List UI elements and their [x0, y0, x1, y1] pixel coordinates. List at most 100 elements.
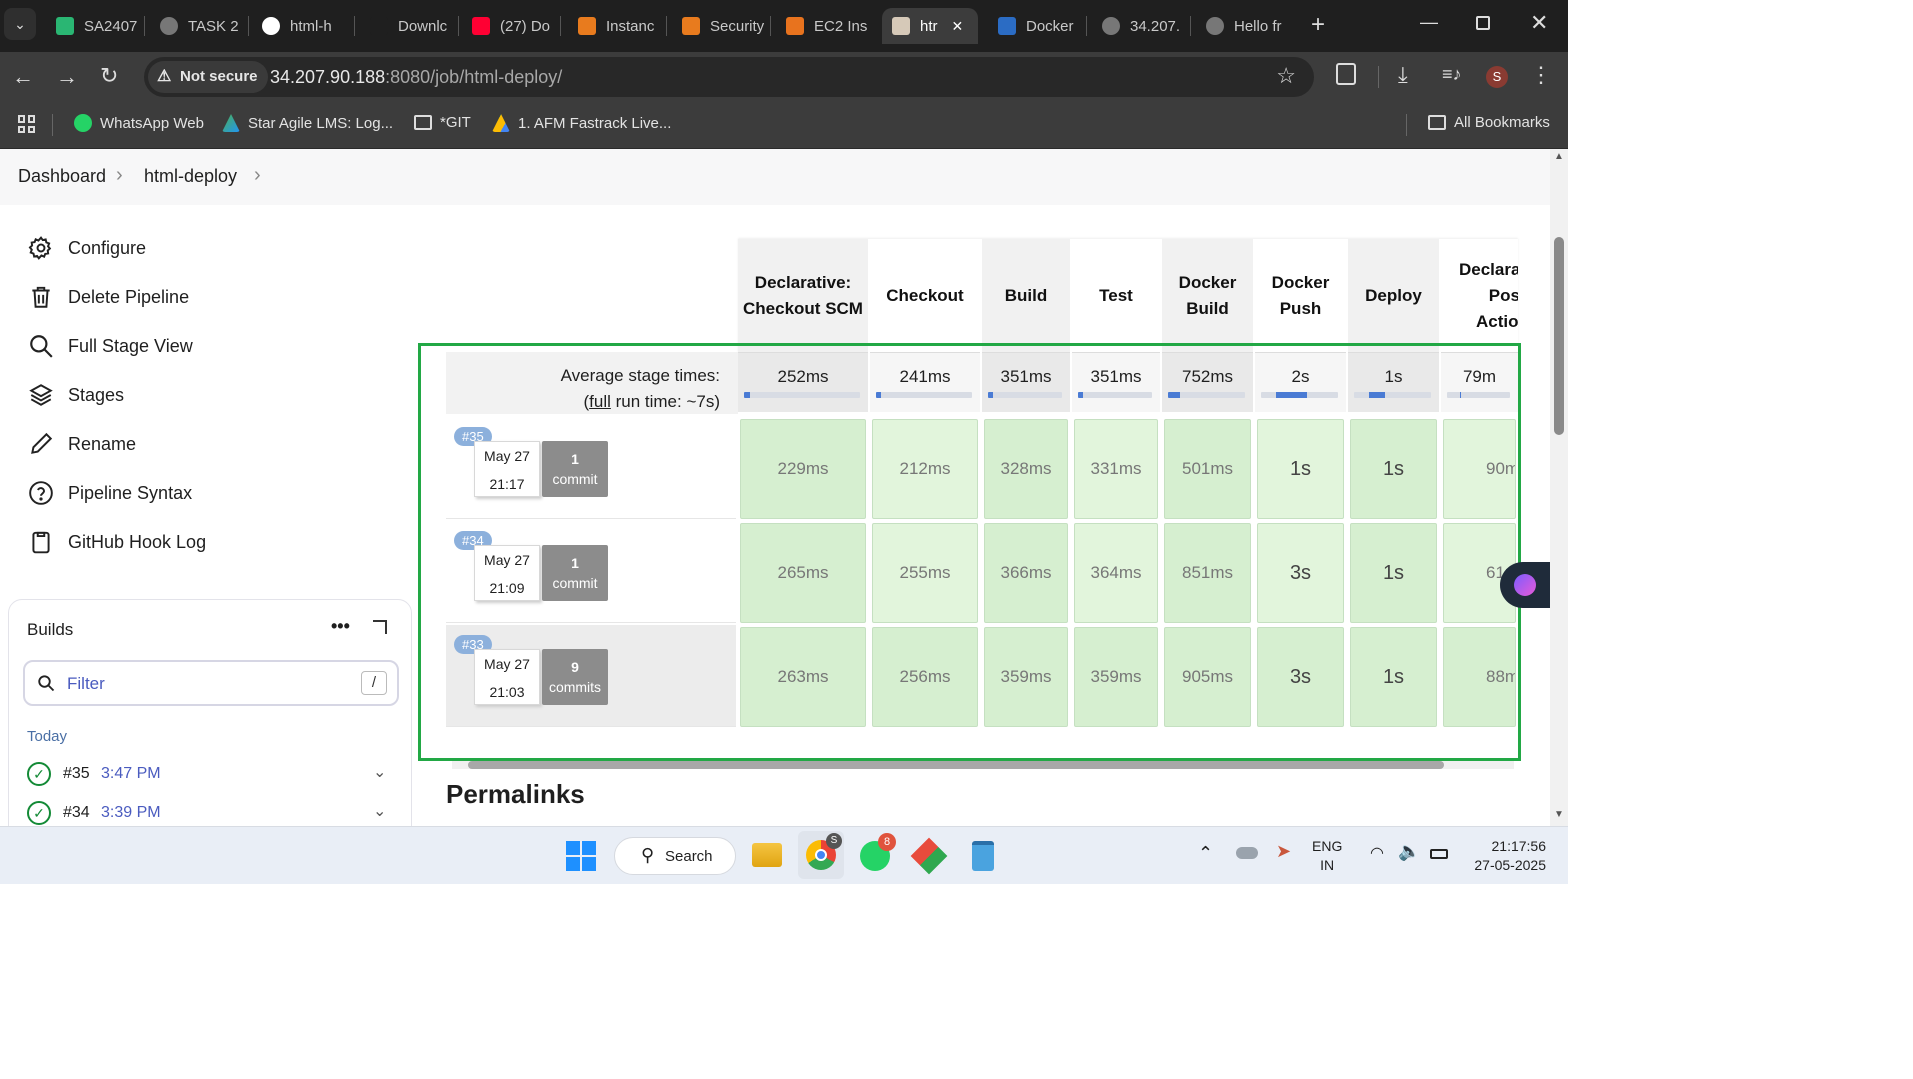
- stage-cell-2-3[interactable]: 359ms: [1074, 627, 1158, 727]
- location-icon[interactable]: ➤: [1276, 841, 1291, 862]
- stage-average-6: 1s: [1348, 352, 1439, 412]
- downloads-icon[interactable]: ⤓: [1398, 62, 1408, 88]
- stage-cell-2-2[interactable]: 359ms: [984, 627, 1068, 727]
- stage-view-hscroll[interactable]: [452, 761, 1514, 769]
- chrome-icon[interactable]: S: [798, 831, 844, 879]
- full-run-link[interactable]: full: [589, 392, 611, 411]
- address-bar[interactable]: ⚠ Not secure 34.207.90.188:8080/job/html…: [144, 57, 1314, 97]
- page-scrollbar[interactable]: ▲ ▼: [1550, 149, 1568, 826]
- assistant-icon: [1514, 574, 1536, 596]
- stage-cell-1-5[interactable]: 3s: [1257, 523, 1344, 623]
- stage-cell-0-7[interactable]: 90m: [1443, 419, 1516, 519]
- restore-button[interactable]: [1476, 16, 1490, 30]
- language-indicator[interactable]: ENG IN: [1312, 837, 1342, 875]
- git-client-icon[interactable]: [910, 837, 948, 875]
- tab-separator: [1190, 16, 1191, 36]
- close-window-button[interactable]: ✕: [1530, 10, 1550, 36]
- stage-cell-1-6[interactable]: 1s: [1350, 523, 1437, 623]
- hscroll-thumb[interactable]: [468, 761, 1444, 769]
- commits-label: commit: [552, 471, 598, 487]
- wifi-icon[interactable]: ◠: [1370, 843, 1384, 863]
- minimize-button[interactable]: —: [1420, 12, 1440, 34]
- bookmark-star-icon[interactable]: ☆: [1276, 63, 1296, 89]
- volume-icon[interactable]: 🔈: [1398, 841, 1420, 862]
- stage-cell-0-4[interactable]: 501ms: [1164, 419, 1251, 519]
- close-tab-icon[interactable]: ✕: [952, 18, 964, 35]
- commits-button[interactable]: 1 commit: [542, 441, 608, 497]
- clock[interactable]: 21:17:56 27-05-2025: [1466, 837, 1546, 875]
- bookmark-staragile[interactable]: Star Agile LMS: Log...: [222, 114, 393, 132]
- scroll-up-icon[interactable]: ▲: [1554, 151, 1564, 162]
- whatsapp-icon[interactable]: 8: [860, 833, 896, 871]
- onedrive-icon[interactable]: [1236, 847, 1258, 859]
- all-bookmarks-button[interactable]: All Bookmarks: [1428, 114, 1550, 131]
- site-info-button[interactable]: ⚠ Not secure: [148, 61, 268, 93]
- file-explorer-icon[interactable]: [752, 843, 782, 867]
- breadcrumb-html-deploy[interactable]: html-deploy: [144, 166, 237, 187]
- tab-5[interactable]: Instanc: [568, 8, 664, 44]
- average-progress-bar: [744, 392, 860, 398]
- stage-cell-2-0[interactable]: 263ms: [740, 627, 866, 727]
- stage-cell-2-4[interactable]: 905ms: [1164, 627, 1251, 727]
- assistant-floating-button[interactable]: [1500, 562, 1550, 608]
- stage-average-7: 79m: [1441, 352, 1518, 412]
- scroll-down-icon[interactable]: ▼: [1554, 809, 1564, 820]
- apps-grid-icon[interactable]: [18, 115, 36, 133]
- full-run-time: (full run time: ~7s): [446, 389, 720, 415]
- stage-cell-0-6[interactable]: 1s: [1350, 419, 1437, 519]
- extensions-icon[interactable]: [1336, 63, 1356, 85]
- media-controls-icon[interactable]: ≡♪: [1442, 64, 1462, 85]
- stage-cell-2-1[interactable]: 256ms: [872, 627, 978, 727]
- profile-initial: S: [1492, 69, 1502, 84]
- tab-7[interactable]: EC2 Ins: [776, 8, 872, 44]
- tab-8[interactable]: htr ✕: [882, 8, 978, 44]
- bookmark-afm[interactable]: 1. AFM Fastrack Live...: [492, 114, 671, 132]
- commits-button[interactable]: 9 commits: [542, 649, 608, 705]
- tab-10[interactable]: 34.207.: [1092, 8, 1188, 44]
- tab-2[interactable]: html-h: [252, 8, 352, 44]
- tab-search-button[interactable]: ⌄: [4, 8, 36, 40]
- menu-kebab-icon[interactable]: ⋮: [1530, 62, 1552, 88]
- chevron-up-icon[interactable]: ⌃: [1198, 843, 1213, 864]
- stage-cell-0-2[interactable]: 328ms: [984, 419, 1068, 519]
- notepad-icon[interactable]: [972, 841, 994, 871]
- bookmark-whatsapp[interactable]: WhatsApp Web: [74, 114, 204, 132]
- tab-4[interactable]: (27) Do: [462, 8, 558, 44]
- stage-cell-0-5[interactable]: 1s: [1257, 419, 1344, 519]
- commits-button[interactable]: 1 commit: [542, 545, 608, 601]
- stage-cell-1-2[interactable]: 366ms: [984, 523, 1068, 623]
- url-text[interactable]: 34.207.90.188:8080/job/html-deploy/: [270, 57, 562, 97]
- tab-3[interactable]: Downlc: [360, 8, 456, 44]
- stage-cell-1-0[interactable]: 265ms: [740, 523, 866, 623]
- back-icon[interactable]: ←: [12, 64, 34, 90]
- tab-6[interactable]: Security: [672, 8, 768, 44]
- tab-1[interactable]: TASK 2: [150, 8, 246, 44]
- run-date-day: May 27: [484, 656, 530, 672]
- stage-cell-0-3[interactable]: 331ms: [1074, 419, 1158, 519]
- tab-9[interactable]: Docker: [988, 8, 1084, 44]
- tab-11[interactable]: Hello fr: [1196, 8, 1292, 44]
- reload-icon[interactable]: ↻: [100, 63, 118, 89]
- battery-icon[interactable]: [1430, 849, 1448, 859]
- stage-cell-2-6[interactable]: 1s: [1350, 627, 1437, 727]
- taskbar-search[interactable]: ⚲ Search: [614, 837, 736, 875]
- scroll-thumb[interactable]: [1554, 237, 1564, 435]
- chevron-right-icon[interactable]: ›: [116, 164, 123, 187]
- bookmark-label: *GIT: [440, 114, 471, 131]
- average-progress-fill: [744, 392, 750, 398]
- stage-cell-1-1[interactable]: 255ms: [872, 523, 978, 623]
- bookmark-folder-git[interactable]: *GIT: [414, 114, 471, 131]
- chevron-right-icon[interactable]: ›: [254, 164, 261, 187]
- stage-cell-2-5[interactable]: 3s: [1257, 627, 1344, 727]
- stage-cell-0-0[interactable]: 229ms: [740, 419, 866, 519]
- profile-avatar[interactable]: S: [1486, 66, 1508, 88]
- stage-cell-1-3[interactable]: 364ms: [1074, 523, 1158, 623]
- stage-cell-0-1[interactable]: 212ms: [872, 419, 978, 519]
- stage-cell-1-4[interactable]: 851ms: [1164, 523, 1251, 623]
- new-tab-button[interactable]: +: [1306, 10, 1330, 40]
- windows-start-icon[interactable]: [566, 841, 596, 871]
- stage-cell-2-7[interactable]: 88m: [1443, 627, 1516, 727]
- tab-0[interactable]: SA2407: [46, 8, 142, 44]
- breadcrumb-dashboard[interactable]: Dashboard: [18, 166, 106, 187]
- forward-icon[interactable]: →: [56, 64, 78, 90]
